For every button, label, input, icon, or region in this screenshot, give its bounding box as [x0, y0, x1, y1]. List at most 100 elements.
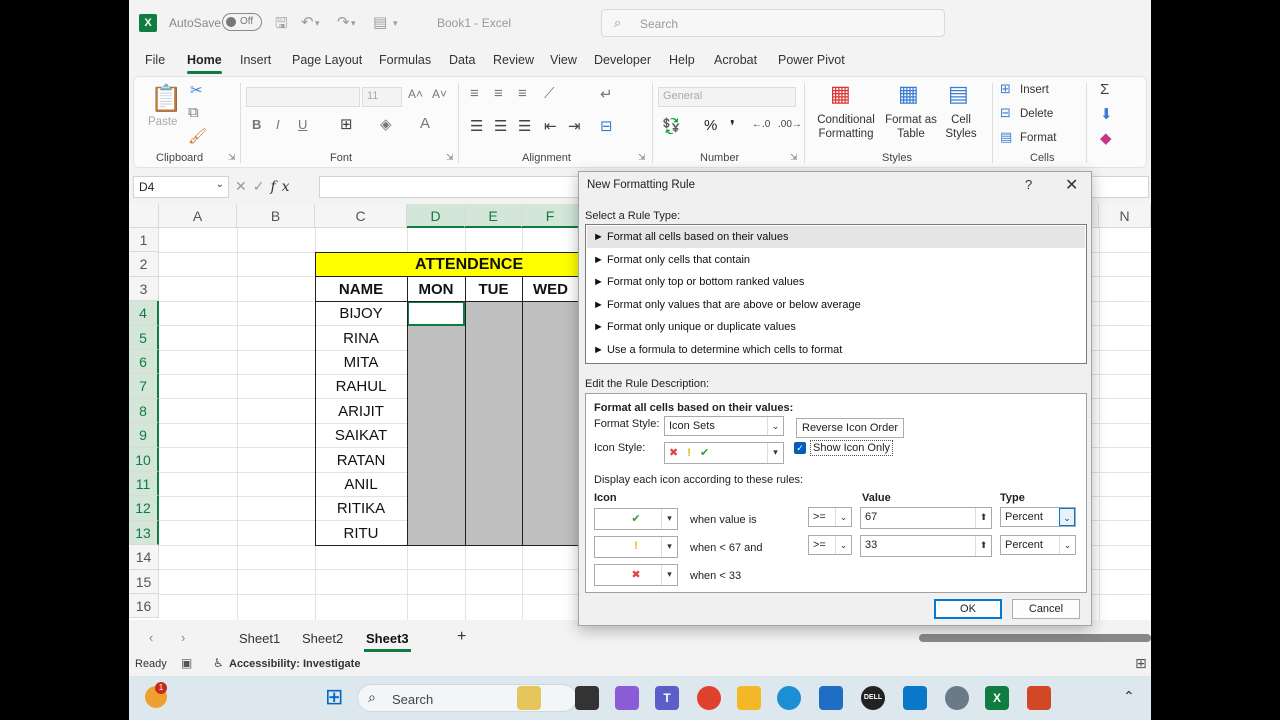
accounting-format-icon[interactable]: 💱	[662, 117, 681, 135]
row-header-2[interactable]: 2	[129, 252, 159, 277]
chevron-down-icon[interactable]: ▾	[661, 509, 677, 529]
close-icon[interactable]: ✕	[1065, 175, 1078, 195]
number-launcher-icon[interactable]: ⇲	[790, 152, 798, 163]
cell-styles-icon[interactable]: ▤	[948, 81, 969, 107]
name-cell[interactable]: BIJOY	[315, 305, 407, 322]
value-input-1[interactable]: 67 ⬆	[860, 507, 992, 529]
dell-icon[interactable]: DELL	[861, 686, 885, 710]
icon-picker-2[interactable]: ! ▾	[594, 536, 678, 558]
alignment-launcher-icon[interactable]: ⇲	[638, 152, 646, 163]
top-align-icon[interactable]: ≡	[470, 85, 479, 102]
delete-cells-button[interactable]: Delete	[1020, 107, 1053, 121]
chevron-down-icon[interactable]: ⌄	[767, 417, 783, 435]
settings-gear-icon[interactable]	[945, 686, 969, 710]
column-header-c[interactable]: C	[315, 204, 407, 228]
chevron-down-icon[interactable]: ⌄	[216, 179, 224, 190]
tab-data[interactable]: Data	[449, 53, 475, 67]
row-header-6[interactable]: 6	[129, 350, 159, 375]
row-header-11[interactable]: 11	[129, 472, 159, 497]
help-icon[interactable]: ?	[1025, 177, 1032, 192]
snipping-tool-icon[interactable]	[1027, 686, 1051, 710]
rule-type-item-top-bottom[interactable]: ► Format only top or bottom ranked value…	[587, 271, 1085, 293]
column-header-b[interactable]: B	[237, 204, 315, 228]
rule-type-list[interactable]: ► Format all cells based on their values…	[585, 224, 1087, 364]
font-name-dropdown[interactable]	[246, 87, 360, 107]
icon-picker-1[interactable]: ✔ ▾	[594, 508, 678, 530]
tab-developer[interactable]: Developer	[594, 53, 651, 67]
show-icon-only-checkbox[interactable]: ✓	[794, 442, 806, 454]
select-all-corner[interactable]	[129, 204, 159, 228]
format-cells-icon[interactable]: ▤	[1000, 129, 1012, 145]
row-header-10[interactable]: 10	[129, 447, 159, 472]
name-cell[interactable]: RITU	[315, 525, 407, 542]
name-cell[interactable]: ANIL	[315, 476, 407, 493]
font-color-icon[interactable]: A	[420, 115, 430, 132]
font-launcher-icon[interactable]: ⇲	[446, 152, 454, 163]
accessibility-icon[interactable]: ♿	[213, 656, 224, 670]
italic-icon[interactable]: I	[276, 117, 280, 132]
taskbar-search[interactable]: ⌕ Search	[357, 684, 577, 712]
decrease-font-icon[interactable]: A˅	[432, 87, 447, 101]
sheet-tab-sheet1[interactable]: Sheet1	[239, 631, 280, 646]
decrease-decimal-icon[interactable]: .00→	[778, 119, 802, 130]
insert-function-icon[interactable]: fx	[270, 179, 295, 195]
header-tue[interactable]: TUE	[465, 281, 522, 298]
increase-decimal-icon[interactable]: ←.0	[752, 119, 770, 130]
column-header-f[interactable]: F	[522, 204, 579, 228]
row-header-16[interactable]: 16	[129, 594, 159, 619]
rule-type-item-values[interactable]: ► Format all cells based on their values	[587, 226, 1085, 248]
percent-style-icon[interactable]: %	[704, 117, 717, 134]
conditional-formatting-button[interactable]: Conditional Formatting	[810, 113, 882, 141]
ok-button[interactable]: OK	[934, 599, 1002, 619]
row-header-3[interactable]: 3	[129, 276, 159, 302]
row-header-1[interactable]: 1	[129, 228, 159, 253]
header-wed[interactable]: WED	[522, 281, 579, 298]
name-cell[interactable]: RINA	[315, 330, 407, 347]
redo-icon[interactable]: ↷	[337, 13, 350, 31]
show-icon-only-label[interactable]: Show Icon Only	[810, 440, 894, 456]
accessibility-status[interactable]: Accessibility: Investigate	[229, 658, 360, 670]
cell-styles-button[interactable]: Cell Styles	[942, 113, 980, 141]
row-header-12[interactable]: 12	[129, 496, 159, 521]
row-header-14[interactable]: 14	[129, 545, 159, 570]
customize-qat-icon[interactable]: ▾	[393, 18, 398, 29]
row-header-13[interactable]: 13	[129, 520, 159, 546]
range-select-icon[interactable]: ⬆	[975, 508, 991, 528]
tab-file[interactable]: File	[145, 53, 165, 67]
clear-icon[interactable]: ◆	[1100, 129, 1112, 147]
orientation-icon[interactable]: ⟋	[544, 85, 555, 102]
chevron-down-icon[interactable]: ▾	[661, 565, 677, 585]
column-header-n[interactable]: N	[1099, 204, 1151, 228]
name-cell[interactable]: RITIKA	[315, 500, 407, 517]
cancel-button[interactable]: Cancel	[1012, 599, 1080, 619]
cut-icon[interactable]: ✂	[190, 81, 203, 99]
row-header-8[interactable]: 8	[129, 398, 159, 424]
tab-view[interactable]: View	[550, 53, 577, 67]
paste-icon[interactable]: 📋	[150, 83, 182, 114]
autosave-toggle[interactable]: Off	[222, 13, 262, 31]
tab-formulas[interactable]: Formulas	[379, 53, 431, 67]
chevron-down-icon[interactable]: ⌄	[1059, 536, 1075, 554]
tab-acrobat[interactable]: Acrobat	[714, 53, 757, 67]
fill-icon[interactable]: ⬇	[1100, 105, 1113, 123]
add-sheet-button[interactable]: +	[457, 628, 466, 646]
name-cell[interactable]: MITA	[315, 354, 407, 371]
icon-style-dropdown[interactable]: ✖ ! ✔ ▾	[664, 442, 784, 464]
header-name[interactable]: NAME	[315, 281, 407, 298]
tab-page-layout[interactable]: Page Layout	[292, 53, 362, 67]
value-input-2[interactable]: 33 ⬆	[860, 535, 992, 557]
format-as-table-icon[interactable]: ▦	[898, 81, 919, 107]
icon-picker-3[interactable]: ✖ ▾	[594, 564, 678, 586]
tab-help[interactable]: Help	[669, 53, 695, 67]
rule-type-item-average[interactable]: ► Format only values that are above or b…	[587, 294, 1085, 316]
save-icon[interactable]: 🖫	[275, 13, 288, 38]
undo-dropdown-icon[interactable]: ▾	[315, 18, 320, 29]
copilot-icon[interactable]	[615, 686, 639, 710]
column-header-a[interactable]: A	[159, 204, 237, 228]
form-icon[interactable]: ▤	[373, 13, 387, 31]
file-explorer-icon[interactable]	[737, 686, 761, 710]
increase-indent-icon[interactable]: ⇥	[568, 117, 581, 135]
align-right-icon[interactable]: ☰	[518, 117, 531, 135]
borders-icon[interactable]: ⊞	[340, 115, 353, 133]
rule-type-item-unique[interactable]: ► Format only unique or duplicate values	[587, 316, 1085, 338]
